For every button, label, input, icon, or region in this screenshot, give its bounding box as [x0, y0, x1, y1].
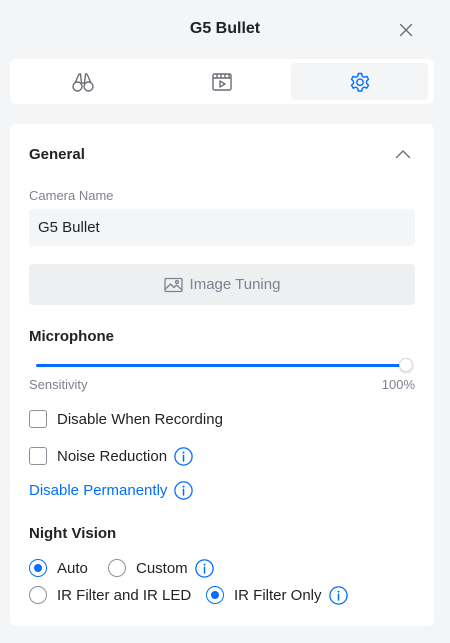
microphone-section-title: Microphone [29, 328, 114, 345]
close-icon [399, 23, 413, 37]
sensitivity-value: 100% [381, 377, 415, 392]
radio-label: IR Filter Only [234, 586, 322, 604]
chevron-up-icon [395, 150, 411, 159]
slider-fill [36, 364, 406, 367]
info-icon[interactable] [174, 446, 193, 466]
tab-bar [10, 59, 434, 104]
disable-permanently-row: Disable Permanently [29, 480, 194, 500]
video-clip-icon [211, 72, 232, 91]
radio-auto[interactable] [29, 559, 47, 577]
tab-settings[interactable] [291, 63, 428, 100]
radio-ir-filter-and-led[interactable] [29, 586, 47, 604]
night-vision-option-ir-filter-and-led[interactable]: IR Filter and IR LED [29, 585, 191, 605]
sensitivity-slider[interactable] [32, 356, 416, 374]
info-icon[interactable] [194, 558, 214, 578]
camera-name-input[interactable] [29, 209, 415, 246]
gear-icon [350, 72, 369, 92]
binoculars-icon [71, 72, 94, 92]
radio-label: Auto [57, 559, 88, 577]
info-icon[interactable] [174, 480, 194, 500]
settings-panel: General Camera Name Image Tuning Microph… [10, 124, 434, 626]
general-section-title: General [29, 146, 85, 163]
radio-label: IR Filter and IR LED [57, 586, 192, 604]
sensitivity-label: Sensitivity [29, 377, 88, 392]
noise-reduction-checkbox[interactable] [29, 447, 47, 465]
noise-reduction-label: Noise Reduction [57, 447, 168, 465]
slider-thumb[interactable] [399, 358, 413, 372]
page-title: G5 Bullet [189, 20, 261, 37]
close-button[interactable] [396, 20, 416, 40]
collapse-general-button[interactable] [394, 146, 412, 162]
disable-permanently-link[interactable]: Disable Permanently [29, 482, 167, 499]
disable-when-recording-row: Disable When Recording [29, 409, 223, 429]
image-icon [163, 277, 183, 292]
image-tuning-label: Image Tuning [189, 276, 281, 293]
disable-when-recording-label: Disable When Recording [57, 410, 223, 428]
night-vision-option-ir-filter-only[interactable]: IR Filter Only [206, 585, 348, 605]
noise-reduction-row: Noise Reduction [29, 446, 193, 466]
night-vision-section-title: Night Vision [29, 525, 117, 542]
radio-custom[interactable] [108, 559, 126, 577]
image-tuning-button[interactable]: Image Tuning [29, 264, 415, 305]
radio-label: Custom [136, 559, 188, 577]
disable-when-recording-checkbox[interactable] [29, 410, 47, 428]
tab-recordings[interactable] [153, 63, 290, 100]
header: G5 Bullet [0, 0, 450, 58]
night-vision-option-custom[interactable]: Custom [108, 558, 214, 578]
night-vision-option-auto[interactable]: Auto [29, 558, 88, 578]
tab-detections[interactable] [14, 63, 151, 100]
info-icon[interactable] [328, 585, 348, 605]
camera-name-label: Camera Name [29, 188, 114, 203]
radio-ir-filter-only[interactable] [206, 586, 224, 604]
